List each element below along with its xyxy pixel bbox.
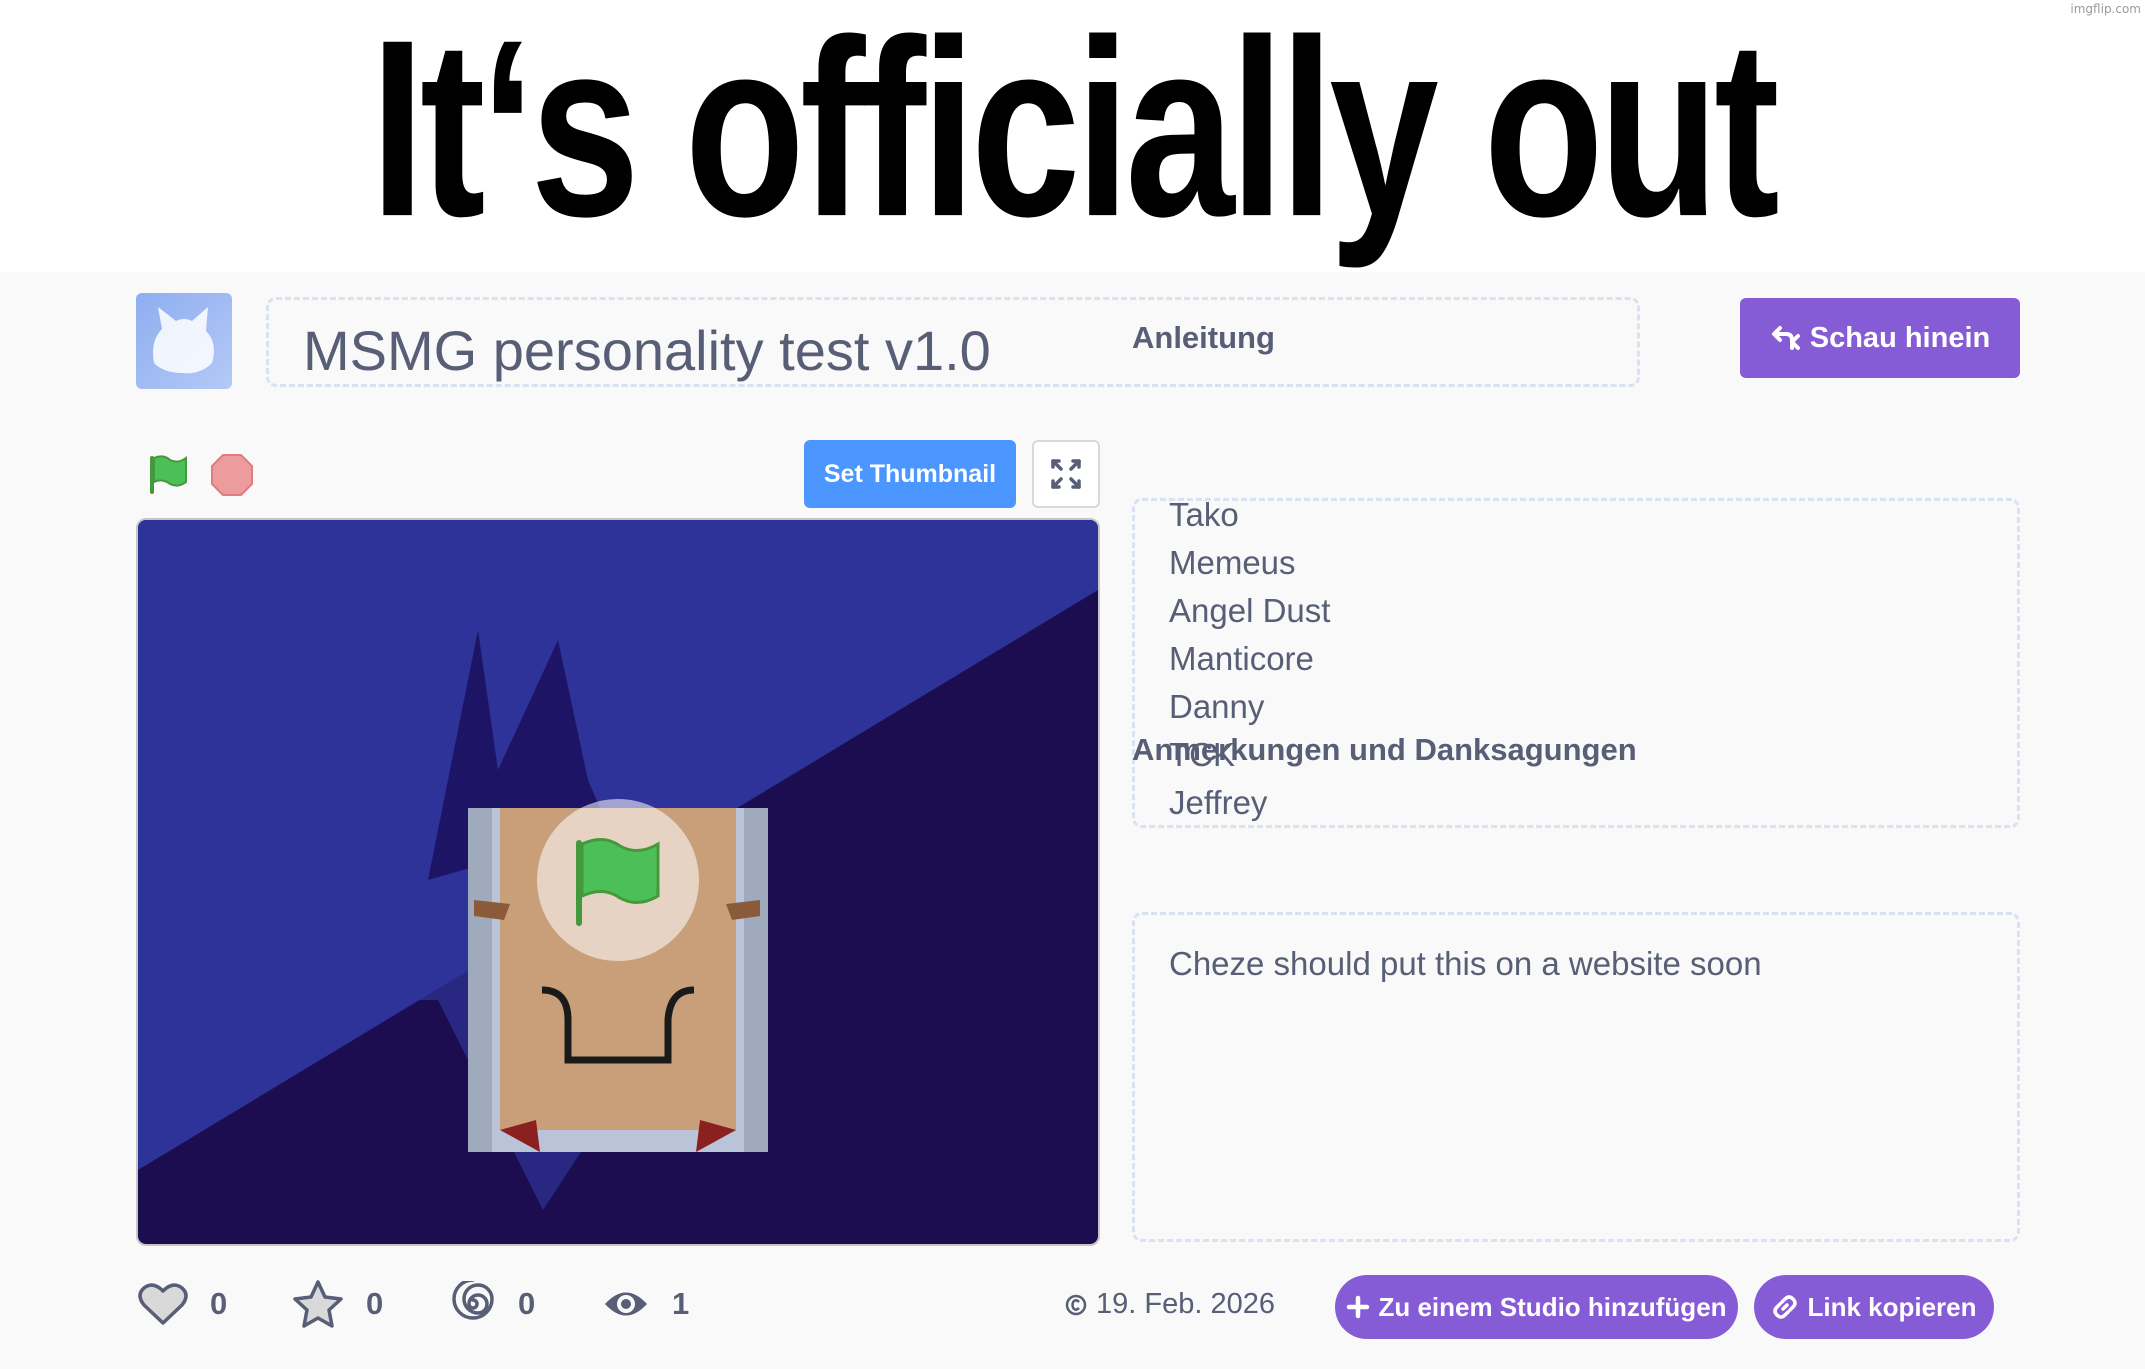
remix-stat: 0 <box>450 1279 535 1329</box>
favorite-count: 0 <box>366 1286 384 1321</box>
fullscreen-icon <box>1051 459 1081 489</box>
see-inside-label: Schau hinein <box>1809 321 1991 354</box>
stage-green-flag-overlay[interactable] <box>537 799 699 961</box>
project-page: MSMG personality test v1.0 Schau hinein … <box>0 272 2145 1369</box>
love-stat[interactable]: 0 <box>138 1279 227 1329</box>
set-thumbnail-button[interactable]: Set Thumbnail <box>804 440 1016 508</box>
add-to-studio-label: Zu einem Studio hinzufügen <box>1378 1291 1727 1322</box>
credits-text: Cheze should put this on a website soon <box>1169 945 1762 982</box>
credits-field[interactable]: Cheze should put this on a website soon <box>1132 912 2020 1242</box>
scratch-cat-icon <box>153 307 214 374</box>
instructions-field[interactable]: Tako Memeus Angel Dust Manticore Danny T… <box>1132 498 2020 828</box>
instruction-line: Jeffrey <box>1169 784 1268 821</box>
copy-link-button[interactable]: Link kopieren <box>1754 1275 1994 1339</box>
green-flag-icon <box>150 455 187 494</box>
remix-count: 0 <box>518 1286 536 1321</box>
copy-link-label: Link kopieren <box>1807 1291 1977 1322</box>
heart-icon <box>138 1283 188 1325</box>
views-stat: 1 <box>602 1279 689 1329</box>
spiral-icon <box>452 1281 494 1320</box>
star-icon <box>293 1280 343 1328</box>
project-stage[interactable] <box>136 518 1100 1246</box>
project-title-field[interactable]: MSMG personality test v1.0 <box>266 297 1640 387</box>
remix-arrows-icon <box>1771 326 1800 350</box>
instruction-line: Danny <box>1169 688 1265 725</box>
link-icon <box>1773 1295 1798 1319</box>
green-flag-button[interactable] <box>146 452 190 496</box>
instructions-heading: Anleitung <box>1132 320 1275 355</box>
share-date-text: 19. Feb. 2026 <box>1096 1288 1275 1320</box>
stop-sign-icon <box>211 454 253 496</box>
add-to-studio-button[interactable]: Zu einem Studio hinzufügen <box>1335 1275 1738 1339</box>
avatar[interactable] <box>136 293 232 389</box>
meme-caption-area: It‘s officially out imgflip.com <box>0 0 2145 272</box>
instruction-line: Manticore <box>1169 640 1314 677</box>
fullscreen-button[interactable] <box>1032 440 1100 508</box>
eye-icon <box>605 1292 647 1316</box>
stop-button[interactable] <box>210 453 254 497</box>
credits-heading: Anmerkungen und Danksagungen <box>1132 732 1637 767</box>
copyright-icon <box>1065 1294 1087 1315</box>
stage-canvas <box>138 520 1098 1244</box>
plus-icon <box>1347 1295 1370 1319</box>
watermark: imgflip.com <box>2070 2 2141 16</box>
project-title: MSMG personality test v1.0 <box>303 319 991 382</box>
see-inside-button[interactable]: Schau hinein <box>1740 298 2020 378</box>
instruction-line: Memeus <box>1169 544 1296 581</box>
meme-caption: It‘s officially out <box>370 0 1779 269</box>
love-count: 0 <box>210 1286 228 1321</box>
share-date: 19. Feb. 2026 <box>1064 1288 1275 1321</box>
instruction-line: Angel Dust <box>1169 592 1331 629</box>
instruction-line: Tako <box>1169 498 1239 533</box>
favorite-stat[interactable]: 0 <box>292 1279 383 1329</box>
view-count: 1 <box>672 1286 690 1321</box>
